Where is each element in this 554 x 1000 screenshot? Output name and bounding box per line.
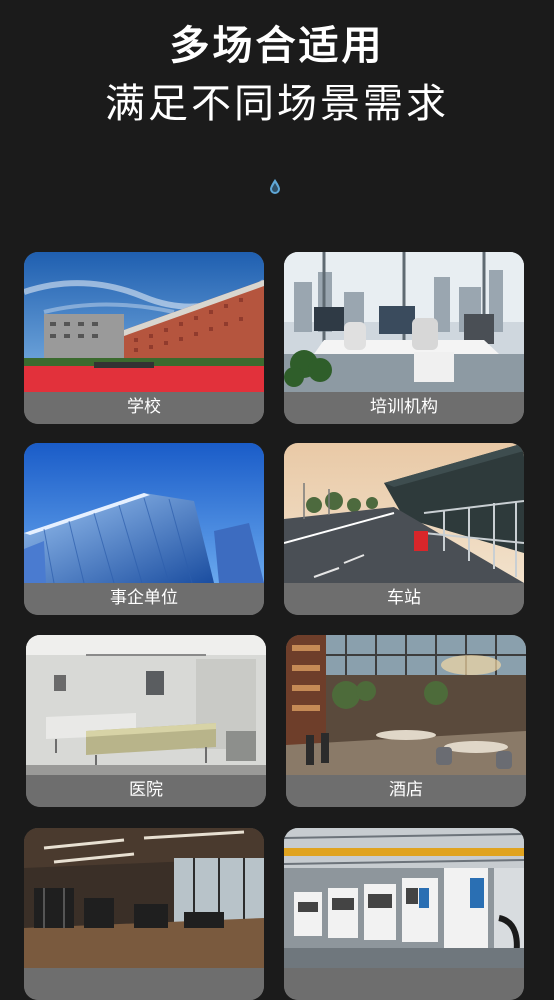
scene-label-station: 车站: [284, 583, 524, 615]
scene-label-training: 培训机构: [284, 392, 524, 424]
scene-label-gym: [24, 968, 264, 1000]
factory-photo: [284, 828, 524, 968]
scene-label-enterprise: 事企单位: [24, 583, 264, 615]
school-building-photo: [24, 252, 264, 392]
scene-card-factory[interactable]: [284, 828, 524, 1000]
scene-card-training[interactable]: 培训机构: [284, 252, 524, 424]
scene-card-hotel[interactable]: 酒店: [286, 635, 526, 807]
scene-card-gym[interactable]: [24, 828, 264, 1000]
scene-label-school: 学校: [24, 392, 264, 424]
scene-card-school[interactable]: 学校: [24, 252, 264, 424]
page-subtitle: 满足不同场景需求: [105, 81, 449, 127]
glass-skyscraper-photo: [24, 443, 264, 583]
scene-label-factory: [284, 968, 524, 1000]
station-platform-photo: [284, 443, 524, 583]
training-office-photo: [284, 252, 524, 392]
water-drop-icon: [269, 178, 281, 194]
scene-card-hospital[interactable]: 医院: [26, 635, 266, 807]
scene-card-station[interactable]: 车站: [284, 443, 524, 615]
scene-label-hotel: 酒店: [286, 775, 526, 807]
gym-photo: [24, 828, 264, 968]
page-title: 多场合适用: [169, 23, 385, 69]
scene-card-enterprise[interactable]: 事企单位: [24, 443, 264, 615]
hospital-ward-photo: [26, 635, 266, 775]
scene-label-hospital: 医院: [26, 775, 266, 807]
hotel-restaurant-photo: [286, 635, 526, 775]
